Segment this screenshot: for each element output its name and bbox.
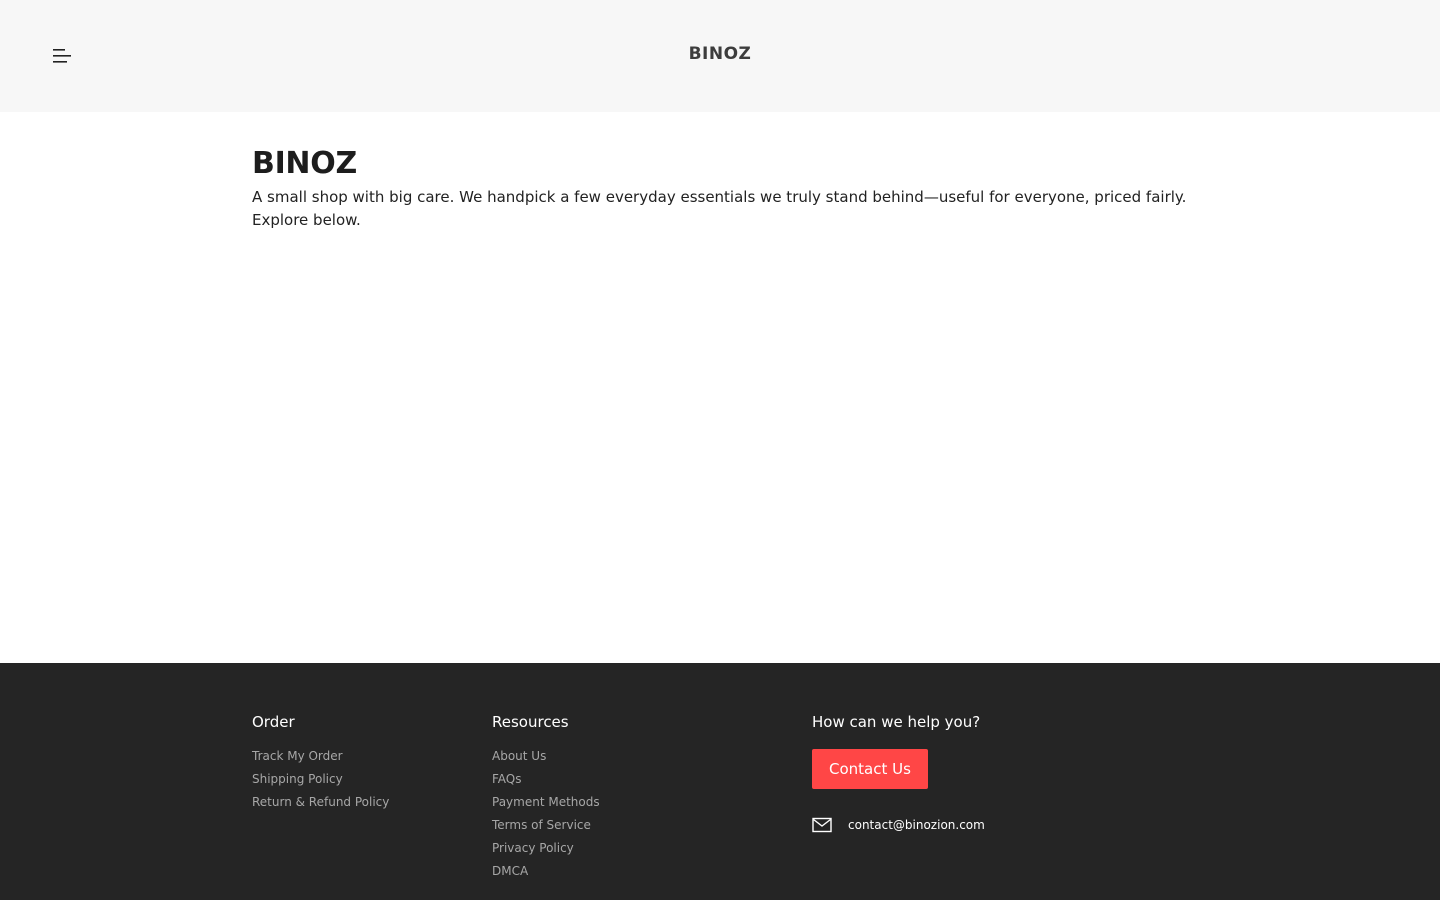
page-title: BINOZ xyxy=(252,146,357,181)
email-row: contact@binozion.com xyxy=(812,817,985,833)
brand-logo[interactable]: BINOZ xyxy=(0,44,1440,64)
hero-section: BINOZ A small shop with big care. We han… xyxy=(252,146,1192,232)
footer-order-links: Track My Order Shipping Policy Return & … xyxy=(252,745,389,814)
footer-resources-heading: Resources xyxy=(492,713,569,731)
site-footer: Order Track My Order Shipping Policy Ret… xyxy=(0,663,1440,900)
footer-order-heading: Order xyxy=(252,713,295,731)
footer-link-faqs[interactable]: FAQs xyxy=(492,768,600,791)
footer-help-column: How can we help you? Contact Us contact@… xyxy=(812,711,985,833)
footer-link-shipping-policy[interactable]: Shipping Policy xyxy=(252,768,389,791)
footer-link-about-us[interactable]: About Us xyxy=(492,745,600,768)
footer-link-dmca[interactable]: DMCA xyxy=(492,860,600,883)
contact-email-link[interactable]: contact@binozion.com xyxy=(848,818,985,832)
footer-resources-links: About Us FAQs Payment Methods Terms of S… xyxy=(492,745,600,883)
top-header: BINOZ xyxy=(0,0,1440,112)
footer-link-return-refund-policy[interactable]: Return & Refund Policy xyxy=(252,791,389,814)
footer-link-terms-of-service[interactable]: Terms of Service xyxy=(492,814,600,837)
page-description: A small shop with big care. We handpick … xyxy=(252,188,1187,229)
mail-icon xyxy=(812,817,832,833)
footer-link-privacy-policy[interactable]: Privacy Policy xyxy=(492,837,600,860)
footer-order-column: Order Track My Order Shipping Policy Ret… xyxy=(252,711,389,814)
contact-us-button[interactable]: Contact Us xyxy=(812,749,928,789)
footer-resources-column: Resources About Us FAQs Payment Methods … xyxy=(492,711,600,883)
footer-link-payment-methods[interactable]: Payment Methods xyxy=(492,791,600,814)
footer-link-track-order[interactable]: Track My Order xyxy=(252,745,389,768)
footer-help-heading: How can we help you? xyxy=(812,713,981,731)
